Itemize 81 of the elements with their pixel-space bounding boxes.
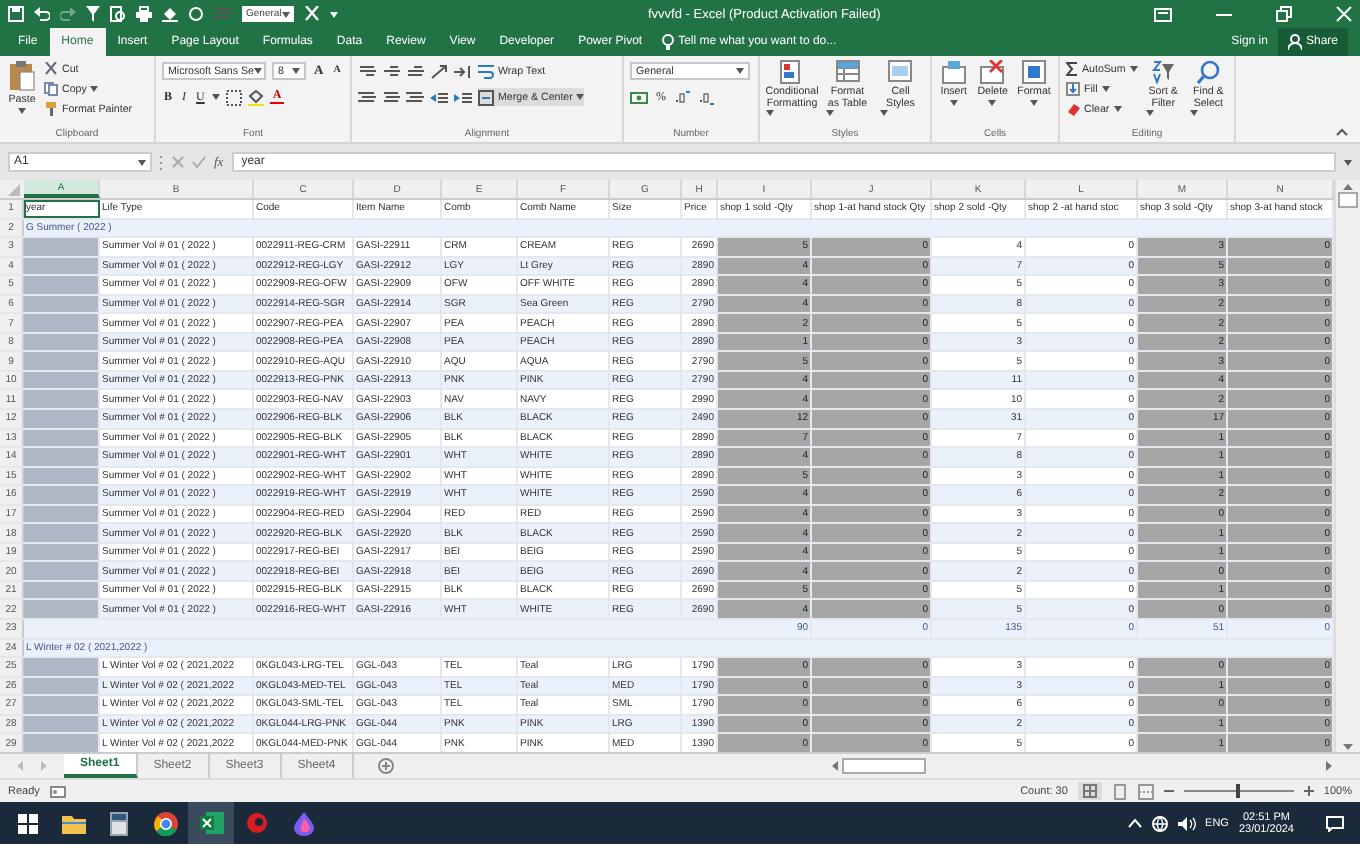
restore-icon[interactable] — [1276, 6, 1292, 22]
caret-icon — [212, 94, 221, 100]
caret-icon — [138, 159, 146, 165]
windows-logo-icon — [17, 813, 37, 833]
caret-icon — [292, 68, 300, 74]
align-center-icon[interactable] — [382, 89, 400, 105]
sort-filter-icon — [1151, 60, 1176, 84]
add-sheet-icon[interactable] — [377, 758, 394, 774]
fill-color-icon[interactable] — [248, 89, 265, 105]
drop-icon — [293, 811, 313, 835]
align-right-icon[interactable] — [406, 89, 424, 105]
caret-icon — [988, 100, 997, 107]
caret-icon — [1190, 110, 1199, 117]
align-left-icon[interactable] — [358, 89, 376, 105]
merge-icon — [478, 89, 494, 105]
globe-icon[interactable] — [1151, 815, 1168, 831]
copy-icon — [44, 82, 58, 96]
caret-icon — [576, 94, 585, 100]
expand-icon — [1344, 159, 1352, 165]
undo-icon[interactable] — [34, 6, 50, 22]
caret-icon — [1129, 66, 1138, 72]
vertical-scrollbar[interactable] — [1334, 180, 1360, 752]
speaker-icon[interactable] — [1177, 815, 1196, 831]
caret-icon — [90, 86, 99, 92]
zoom-out-icon[interactable] — [1163, 786, 1174, 796]
fill-color-icon[interactable] — [162, 6, 178, 22]
scroll-thumb[interactable] — [1338, 192, 1358, 208]
orientation-icon[interactable] — [430, 63, 448, 79]
zoom-in-icon[interactable] — [1303, 786, 1314, 796]
circle-icon[interactable] — [188, 6, 204, 22]
macro-record-icon[interactable] — [49, 785, 66, 797]
increase-decimal-icon[interactable] — [674, 89, 692, 105]
caret-icon — [1113, 106, 1122, 112]
border-icon[interactable] — [226, 89, 243, 105]
customize-icon[interactable] — [330, 11, 338, 17]
swirl-app-icon — [246, 812, 268, 834]
save-icon[interactable] — [8, 6, 24, 22]
caret-icon — [949, 100, 958, 107]
slider-thumb[interactable] — [1236, 784, 1241, 798]
currency-icon[interactable] — [630, 89, 648, 105]
caret-icon — [1030, 100, 1038, 107]
caret-icon — [1145, 110, 1154, 117]
spreadsheet-app-icon — [199, 812, 223, 834]
chevron-up-icon[interactable] — [1127, 818, 1142, 828]
decrease-decimal-icon[interactable] — [698, 89, 716, 105]
printer-icon[interactable] — [136, 6, 152, 22]
increase-indent-icon[interactable] — [454, 89, 472, 105]
browser-icon — [153, 811, 177, 835]
close-icon[interactable] — [1336, 6, 1352, 22]
folder-icon — [61, 813, 85, 833]
fill-down-icon — [1066, 82, 1080, 96]
sigma-icon — [1066, 62, 1078, 76]
person-icon — [1287, 34, 1302, 50]
search-icon — [1196, 60, 1221, 84]
indent-icon[interactable] — [454, 63, 472, 79]
caret-icon — [253, 68, 262, 74]
caret-icon — [282, 11, 290, 17]
normal-view-icon[interactable] — [1077, 782, 1102, 800]
ribbon-display-icon[interactable] — [1154, 7, 1172, 21]
print-preview-icon[interactable] — [110, 6, 126, 22]
eraser-icon — [1066, 102, 1080, 116]
filter-icon[interactable] — [86, 6, 100, 22]
align-middle-icon[interactable] — [382, 63, 400, 79]
paintbrush-icon — [44, 102, 58, 116]
notification-icon[interactable] — [1326, 815, 1344, 831]
caret-icon — [879, 110, 887, 117]
caret-icon — [1101, 86, 1110, 92]
calculator-icon — [110, 811, 128, 835]
wrap-icon — [478, 63, 494, 79]
scroll-thumb[interactable] — [842, 758, 926, 774]
align-top-icon[interactable] — [358, 63, 376, 79]
caret-icon — [765, 110, 774, 117]
lightbulb-icon[interactable] — [662, 34, 675, 50]
collapse-ribbon-icon[interactable] — [1336, 128, 1348, 136]
caret-icon — [826, 110, 834, 117]
scroll-right-icon[interactable] — [1324, 760, 1334, 772]
taskbar-app[interactable] — [188, 802, 234, 844]
caret-icon — [736, 68, 744, 74]
decrease-indent-icon[interactable] — [430, 89, 448, 105]
align-bottom-icon[interactable] — [406, 63, 424, 79]
caret-icon — [18, 108, 26, 115]
